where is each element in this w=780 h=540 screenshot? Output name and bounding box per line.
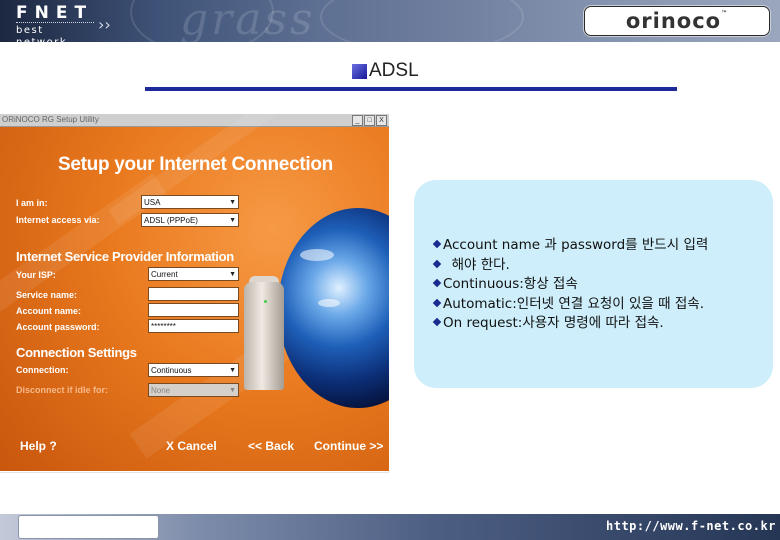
close-button[interactable]: X [376,115,387,126]
title-underline [145,87,677,91]
isp-section-title: Internet Service Provider Information [16,249,234,264]
note-text: Continuous:항상 접속 [443,276,578,292]
globe-cloud [318,299,340,307]
orinoco-trademark: ™ [721,10,729,17]
banner-watermark: grass [180,0,316,42]
chevron-down-icon: ▼ [229,387,236,394]
setup-wizard-screenshot: ORiNOCO RG Setup Utility _ □ X Setup your … [0,114,389,471]
orinoco-logo: orinoco™ [584,6,770,36]
minimize-button[interactable]: _ [352,115,363,126]
fnet-logo-main: FNET [16,3,94,23]
isp-label: Your ISP: [16,270,56,280]
diamond-bullet-icon [432,259,442,268]
disconnect-select[interactable]: None ▼ [148,383,239,397]
diamond-bullet-icon [432,298,442,307]
access-value: ADSL (PPPoE) [144,216,198,225]
wizard-window-title: ORiNOCO RG Setup Utility [2,115,99,124]
help-button[interactable]: Help ? [20,439,57,453]
wizard-heading: Setup your Internet Connection [58,154,333,175]
account-password-input[interactable]: ******** [148,319,239,333]
diamond-bullet-icon [432,239,442,249]
footer-url[interactable]: http://www.f-net.co.kr [606,519,776,533]
chevron-down-icon: ▼ [229,367,236,374]
note-text: Automatic:인터넷 연결 요청이 있을 때 접속. [443,295,704,312]
maximize-button[interactable]: □ [364,115,375,126]
diamond-bullet-icon [432,278,442,288]
page-title-text: ADSL [369,60,419,81]
chevron-down-icon: ▼ [229,271,236,278]
back-button[interactable]: << Back [248,439,294,453]
note-text: Account name 과 password를 반드시 입력 [443,237,709,253]
note-item: Account name 과 password를 반드시 입력 [432,236,708,256]
fnet-logo-tagline: best network [16,22,94,42]
banner-swirl [320,0,524,42]
footer-blank-box [18,515,159,539]
disconnect-value: None [151,386,171,395]
connection-section-title: Connection Settings [16,345,137,360]
top-banner: grass FNET best network ›› orinoco™ [0,0,780,42]
router-led [264,300,267,303]
fnet-logo-arrow: ›› [98,15,111,34]
cancel-button[interactable]: X Cancel [166,439,217,453]
account-name-input[interactable] [148,303,239,317]
location-value: USA [144,198,161,207]
notes-list: Account name 과 password를 반드시 입력 해야 한다. C… [432,236,708,334]
note-item: On request:사용자 명령에 따라 접속. [432,314,708,334]
account-password-label: Account password: [16,322,100,332]
globe-cloud [300,249,334,261]
wizard-titlebar: ORiNOCO RG Setup Utility _ □ X [0,114,389,127]
location-select[interactable]: USA ▼ [141,195,239,209]
chevron-down-icon: ▼ [229,199,236,206]
isp-select[interactable]: Current ▼ [148,267,239,281]
access-select[interactable]: ADSL (PPPoE) ▼ [141,213,239,227]
divider [0,472,389,473]
note-text: 해야 한다. [443,256,510,273]
note-item: Automatic:인터넷 연결 요청이 있을 때 접속. [432,295,708,315]
disconnect-label: Disconnect if idle for: [16,385,109,395]
connection-value: Continuous [151,366,192,375]
note-item: 해야 한다. [432,256,708,276]
connection-label: Connection: [16,365,69,375]
continue-button[interactable]: Continue >> [314,439,383,453]
router-image [244,282,284,390]
service-name-label: Service name: [16,290,78,300]
note-text: On request:사용자 명령에 따라 접속. [443,315,664,331]
location-label: I am in: [16,198,48,208]
orinoco-logo-text: orinoco [625,9,722,33]
chevron-down-icon: ▼ [229,217,236,224]
connection-select[interactable]: Continuous ▼ [148,363,239,377]
fnet-logo: FNET best network ›› [16,3,111,42]
note-item: Continuous:항상 접속 [432,275,708,295]
isp-value: Current [151,270,178,279]
account-name-label: Account name: [16,306,82,316]
service-name-input[interactable] [148,287,239,301]
access-label: Internet access via: [16,215,100,225]
diamond-bullet-icon [432,317,442,327]
title-bullet-icon [352,64,367,79]
